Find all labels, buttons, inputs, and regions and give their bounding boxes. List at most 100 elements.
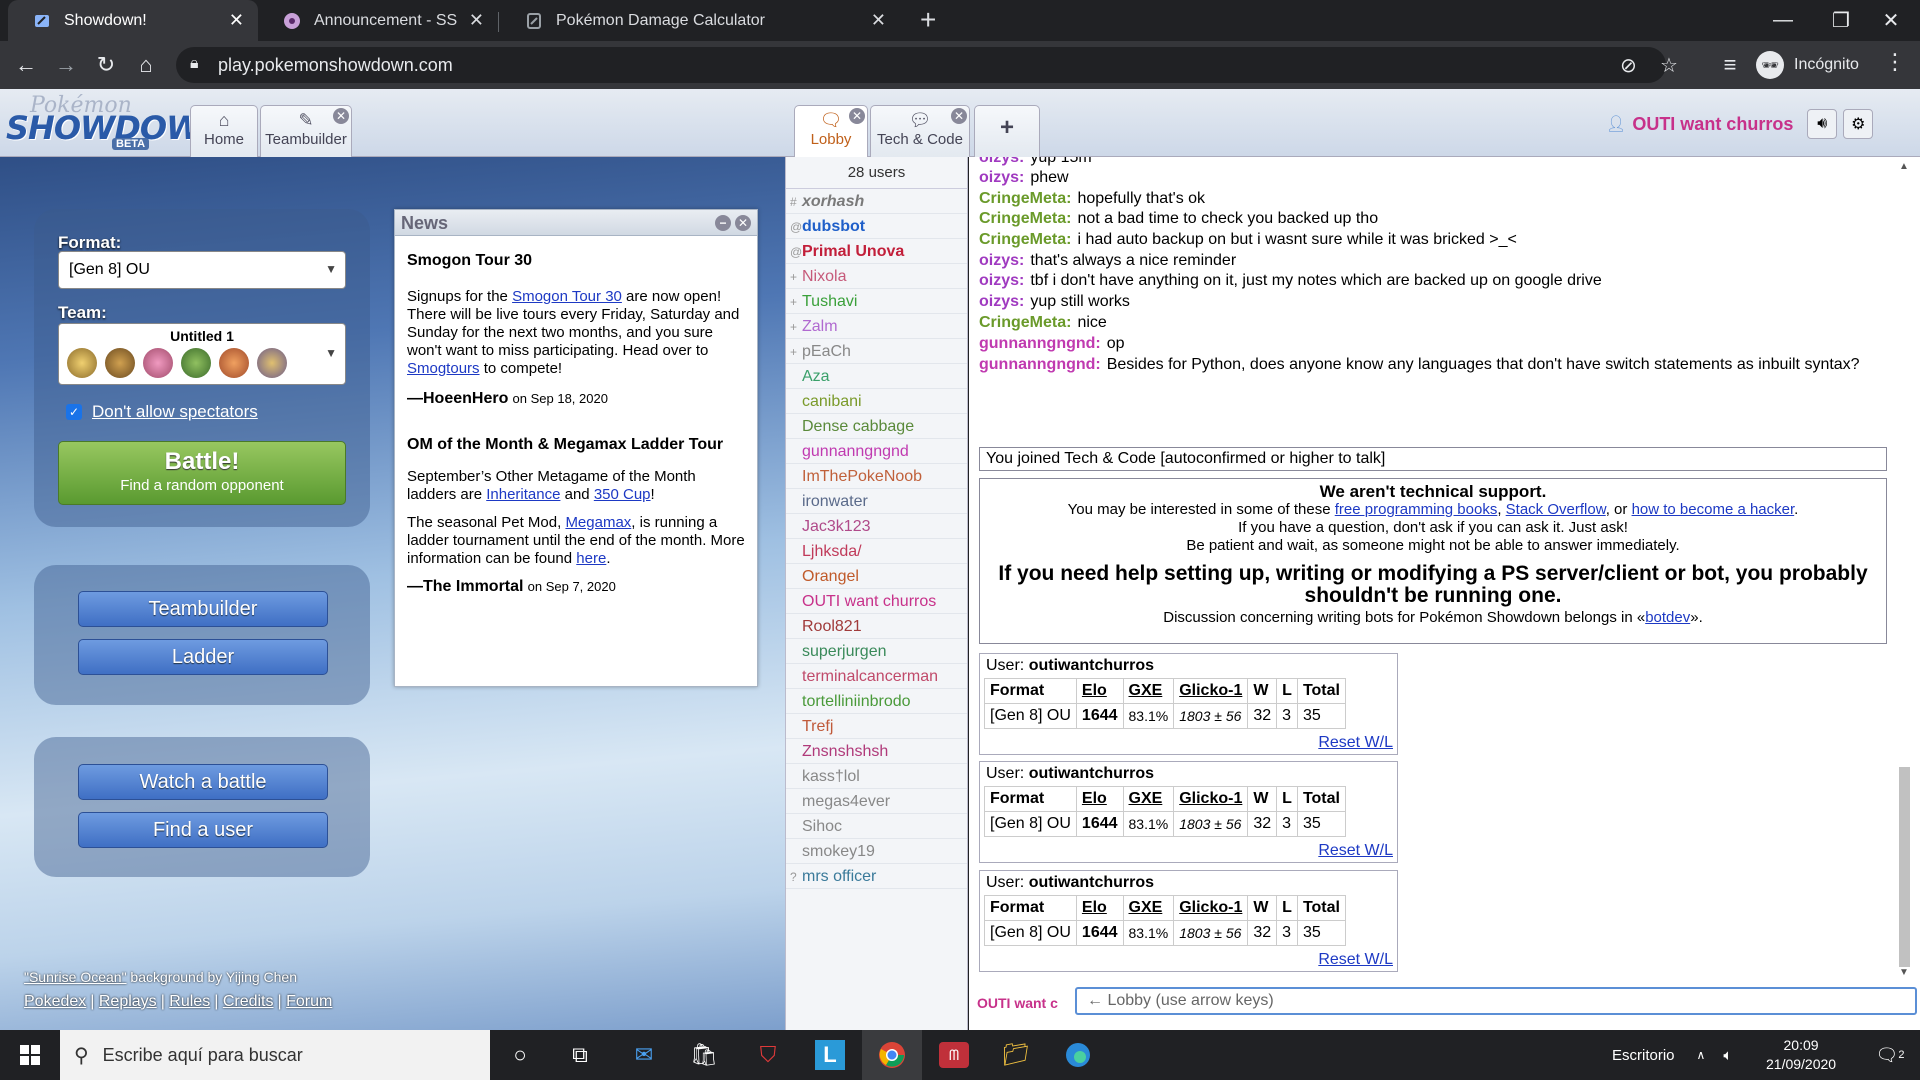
chat-username[interactable]: oizys: — [979, 272, 1024, 289]
user-list-item[interactable]: ironwater — [786, 489, 967, 514]
user-list-item[interactable]: Ljhksda/ — [786, 539, 967, 564]
find-user-button[interactable]: Find a user — [78, 812, 328, 848]
file-explorer-icon[interactable]: 📁︎ — [986, 1030, 1046, 1080]
cortana-icon[interactable]: ○ — [490, 1030, 550, 1080]
user-list-item[interactable]: ? mrs officer — [786, 864, 967, 889]
eye-off-icon[interactable]: ⊘ — [1620, 53, 1637, 78]
showdown-logo[interactable]: Pokémon SHOWDOWN BETA — [4, 93, 227, 153]
close-tab-icon[interactable]: ✕ — [229, 10, 244, 31]
programming-books-link[interactable]: free programming books — [1335, 501, 1498, 518]
350-cup-link[interactable]: 350 Cup — [594, 486, 651, 503]
spectators-checkbox[interactable]: ✓ Don't allow spectators — [66, 402, 258, 422]
credit-title[interactable]: "Sunrise Ocean" — [24, 969, 127, 985]
lock-icon[interactable]: 🔒︎ — [190, 55, 199, 73]
rank-username[interactable]: outiwantchurros — [1029, 765, 1154, 782]
chat-username[interactable]: CringeMeta: — [979, 210, 1071, 227]
megamax-link[interactable]: Megamax — [565, 514, 631, 531]
scroll-thumb[interactable] — [1899, 767, 1910, 967]
stack-overflow-link[interactable]: Stack Overflow — [1506, 501, 1606, 518]
address-bar[interactable]: 🔒︎ play.pokemonshowdown.com ⊘ ☆ — [176, 47, 1678, 83]
battle-button[interactable]: Battle! Find a random opponent — [58, 441, 346, 505]
scroll-up-icon[interactable]: ▲ — [1899, 161, 1909, 172]
incognito-profile[interactable]: 🕶︎ Incógnito — [1756, 49, 1859, 81]
task-view-icon[interactable]: ⧉ — [550, 1030, 610, 1080]
browser-tab-showdown[interactable]: Showdown! ✕ — [8, 0, 258, 41]
chat-username[interactable]: oizys: — [979, 157, 1024, 166]
close-window-icon[interactable]: ✕ — [1862, 0, 1920, 41]
reset-wl-link[interactable]: Reset W/L — [1318, 734, 1393, 752]
browser-tab-announcement[interactable]: Announcement - SS OU Suspect ✕ — [258, 0, 498, 41]
tab-tech-code[interactable]: 💬︎ Tech & Code ✕ — [870, 105, 970, 157]
desktop-label[interactable]: Escritorio — [1612, 1047, 1675, 1064]
scroll-down-icon[interactable]: ▼ — [1899, 967, 1909, 978]
rank-username[interactable]: outiwantchurros — [1029, 874, 1154, 891]
inheritance-link[interactable]: Inheritance — [486, 486, 560, 503]
user-list-item[interactable]: Dense cabbage — [786, 414, 967, 439]
smogon-tour-link[interactable]: Smogon Tour 30 — [512, 288, 622, 305]
teambuilder-button[interactable]: Teambuilder — [78, 591, 328, 627]
team-select[interactable]: Untitled 1 ▼ — [58, 323, 346, 385]
user-list-item[interactable]: canibani — [786, 389, 967, 414]
chrome-icon[interactable] — [862, 1030, 922, 1080]
user-list-item[interactable]: kass†lol — [786, 764, 967, 789]
chat-username[interactable]: CringeMeta: — [979, 231, 1071, 248]
bookmark-star-icon[interactable]: ☆ — [1660, 53, 1678, 78]
botdev-link[interactable]: botdev — [1645, 609, 1690, 626]
user-list-item[interactable]: + Zalm — [786, 314, 967, 339]
ladder-button[interactable]: Ladder — [78, 639, 328, 675]
volume-icon[interactable]: 🔊︎ — [1807, 109, 1838, 139]
user-list-item[interactable]: Sihoc — [786, 814, 967, 839]
user-list-item[interactable]: Aza — [786, 364, 967, 389]
close-tab-icon[interactable]: ✕ — [871, 10, 886, 31]
home-icon[interactable]: ⌂ — [130, 49, 162, 81]
user-list-item[interactable]: Jac3k123 — [786, 514, 967, 539]
here-link[interactable]: here — [576, 550, 606, 567]
chat-scrollbar[interactable]: ▲ ▼ — [1889, 157, 1920, 982]
user-list-item[interactable]: @dubsbot — [786, 214, 967, 239]
user-list-item[interactable]: smokey19 — [786, 839, 967, 864]
back-icon[interactable]: ← — [10, 49, 42, 81]
user-list-item[interactable]: + Nixola — [786, 264, 967, 289]
chat-username[interactable]: gunnanngngnd: — [979, 356, 1101, 373]
user-list-item[interactable]: ImThePokeNoob — [786, 464, 967, 489]
user-list-item[interactable]: + Tushavi — [786, 289, 967, 314]
tab-lobby[interactable]: 🗨︎ Lobby ✕ — [794, 105, 868, 157]
user-list-item[interactable]: Rool821 — [786, 614, 967, 639]
reset-wl-link[interactable]: Reset W/L — [1318, 842, 1393, 860]
taskbar-clock[interactable]: 20:09 21/09/2020 — [1766, 1036, 1836, 1074]
user-list-item[interactable]: terminalcancerman — [786, 664, 967, 689]
footer-link-rules[interactable]: Rules — [169, 993, 210, 1010]
store-icon[interactable]: 🛍︎ — [674, 1030, 734, 1080]
close-tab-icon[interactable]: ✕ — [849, 108, 865, 124]
user-list-item[interactable]: Trefj — [786, 714, 967, 739]
footer-link-credits[interactable]: Credits — [223, 993, 274, 1010]
watch-battle-button[interactable]: Watch a battle — [78, 764, 328, 800]
user-list-item[interactable]: megas4ever — [786, 789, 967, 814]
user-list-item[interactable]: OUTI want churros — [786, 589, 967, 614]
footer-link-forum[interactable]: Forum — [286, 993, 332, 1010]
minimize-icon[interactable]: − — [715, 215, 731, 231]
volume-icon[interactable]: 🔈︎ — [1723, 1047, 1732, 1064]
user-list-item[interactable]: tortelliniinbrodo — [786, 689, 967, 714]
browser-tab-damage-calc[interactable]: Pokémon Damage Calculator ✕ — [500, 0, 900, 41]
taskbar-search[interactable]: ⚲ Escribe aquí para buscar — [60, 1030, 490, 1080]
close-tab-icon[interactable]: ✕ — [469, 10, 484, 31]
notifications-icon[interactable]: 🗨︎ 2 — [1860, 1030, 1920, 1080]
rank-username[interactable]: outiwantchurros — [1029, 657, 1154, 674]
forward-icon[interactable]: → — [50, 49, 82, 81]
chat-username[interactable]: CringeMeta: — [979, 190, 1071, 207]
footer-link-pokedex[interactable]: Pokedex — [24, 993, 86, 1010]
games-app-icon[interactable]: ᗰ — [924, 1030, 984, 1080]
chat-username[interactable]: oizys: — [979, 293, 1024, 310]
hacker-link[interactable]: how to become a hacker — [1632, 501, 1795, 518]
close-tab-icon[interactable]: ✕ — [951, 108, 967, 124]
windows-start-icon[interactable] — [0, 1030, 60, 1080]
gear-icon[interactable]: ⚙ — [1843, 109, 1874, 139]
new-tab-button[interactable]: + — [920, 4, 936, 36]
mcafee-icon[interactable]: ⛉ — [738, 1030, 798, 1080]
user-list-item[interactable]: Orangel — [786, 564, 967, 589]
mail-icon[interactable]: ✉ — [614, 1030, 674, 1080]
chat-username[interactable]: CringeMeta: — [979, 314, 1071, 331]
reading-list-icon[interactable]: ≡ — [1714, 49, 1746, 81]
user-list-item[interactable]: # xorhash — [786, 189, 967, 214]
